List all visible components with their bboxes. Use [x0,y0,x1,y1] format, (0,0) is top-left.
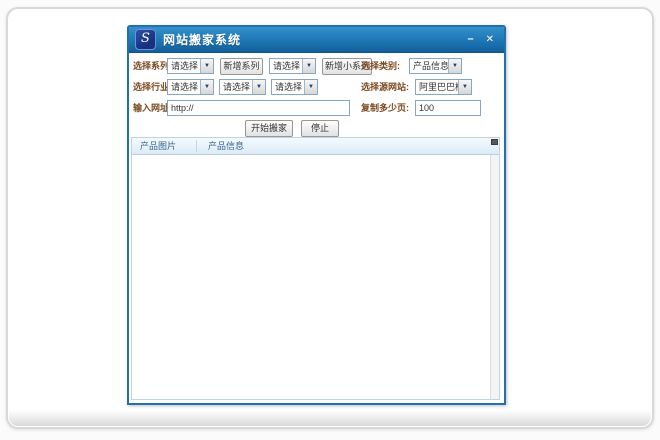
start-move-button[interactable]: 开始搬家 [245,120,293,137]
subseries-select-value: 请选择 [270,59,302,73]
app-logo-icon: S [135,29,156,50]
stop-button[interactable]: 停止 [301,120,339,137]
table-body [132,155,490,399]
results-table: 产品图片 产品信息 [131,137,500,400]
minimize-button[interactable]: – [467,34,473,45]
dropdown-arrow-icon: ▼ [200,80,213,94]
dropdown-arrow-icon: ▼ [304,80,317,94]
add-series-button[interactable]: 新增系列 [220,58,263,75]
column-divider[interactable] [196,140,197,152]
dropdown-arrow-icon: ▼ [302,59,315,73]
pages-label: 复制多少页: [361,100,409,116]
series-select-value: 请选择 [168,59,200,73]
industry-select-2[interactable]: 请选择 ▼ [219,79,266,95]
subseries-select[interactable]: 请选择 ▼ [269,58,316,74]
industry-select-3[interactable]: 请选择 ▼ [271,79,318,95]
source-site-select[interactable]: 阿里巴巴模 ▼ [415,79,472,95]
industry-select-1-value: 请选择 [168,80,200,94]
pages-input[interactable] [415,100,481,116]
table-scrollbar[interactable] [490,155,499,399]
column-header-product-info[interactable]: 产品信息 [208,138,244,154]
category-select[interactable]: 产品信息 ▼ [409,58,462,74]
industry-select-3-value: 请选择 [272,80,304,94]
window-content: 选择系列: 请选择 ▼ 新增系列 请选择 ▼ 新增小系列 选择类别: 产品信息 … [129,53,504,402]
app-window: S 网站搬家系统 – ✕ 选择系列: 请选择 ▼ 新增系列 请选择 ▼ 新增小系… [127,25,506,405]
series-select[interactable]: 请选择 ▼ [167,58,214,74]
industry-select-1[interactable]: 请选择 ▼ [167,79,214,95]
title-bar[interactable]: S 网站搬家系统 – ✕ [129,27,504,53]
source-site-select-value: 阿里巴巴模 [416,80,458,94]
window-title: 网站搬家系统 [163,31,241,48]
category-label: 选择类别: [361,58,400,74]
table-header-row: 产品图片 产品信息 [132,138,499,155]
industry-select-2-value: 请选择 [220,80,252,94]
frame-bottom-shade [9,410,651,426]
dropdown-arrow-icon: ▼ [458,80,471,94]
window-controls: – ✕ [467,34,498,45]
browser-frame: S 网站搬家系统 – ✕ 选择系列: 请选择 ▼ 新增系列 请选择 ▼ 新增小系… [6,7,654,429]
dropdown-arrow-icon: ▼ [252,80,265,94]
dropdown-arrow-icon: ▼ [200,59,213,73]
category-select-value: 产品信息 [410,59,448,73]
grid-customize-button[interactable] [491,139,498,145]
dropdown-arrow-icon: ▼ [448,59,461,73]
source-site-label: 选择源网站: [361,79,409,95]
close-button[interactable]: ✕ [486,34,494,45]
url-input[interactable] [167,100,350,116]
column-header-product-image[interactable]: 产品图片 [140,138,176,154]
